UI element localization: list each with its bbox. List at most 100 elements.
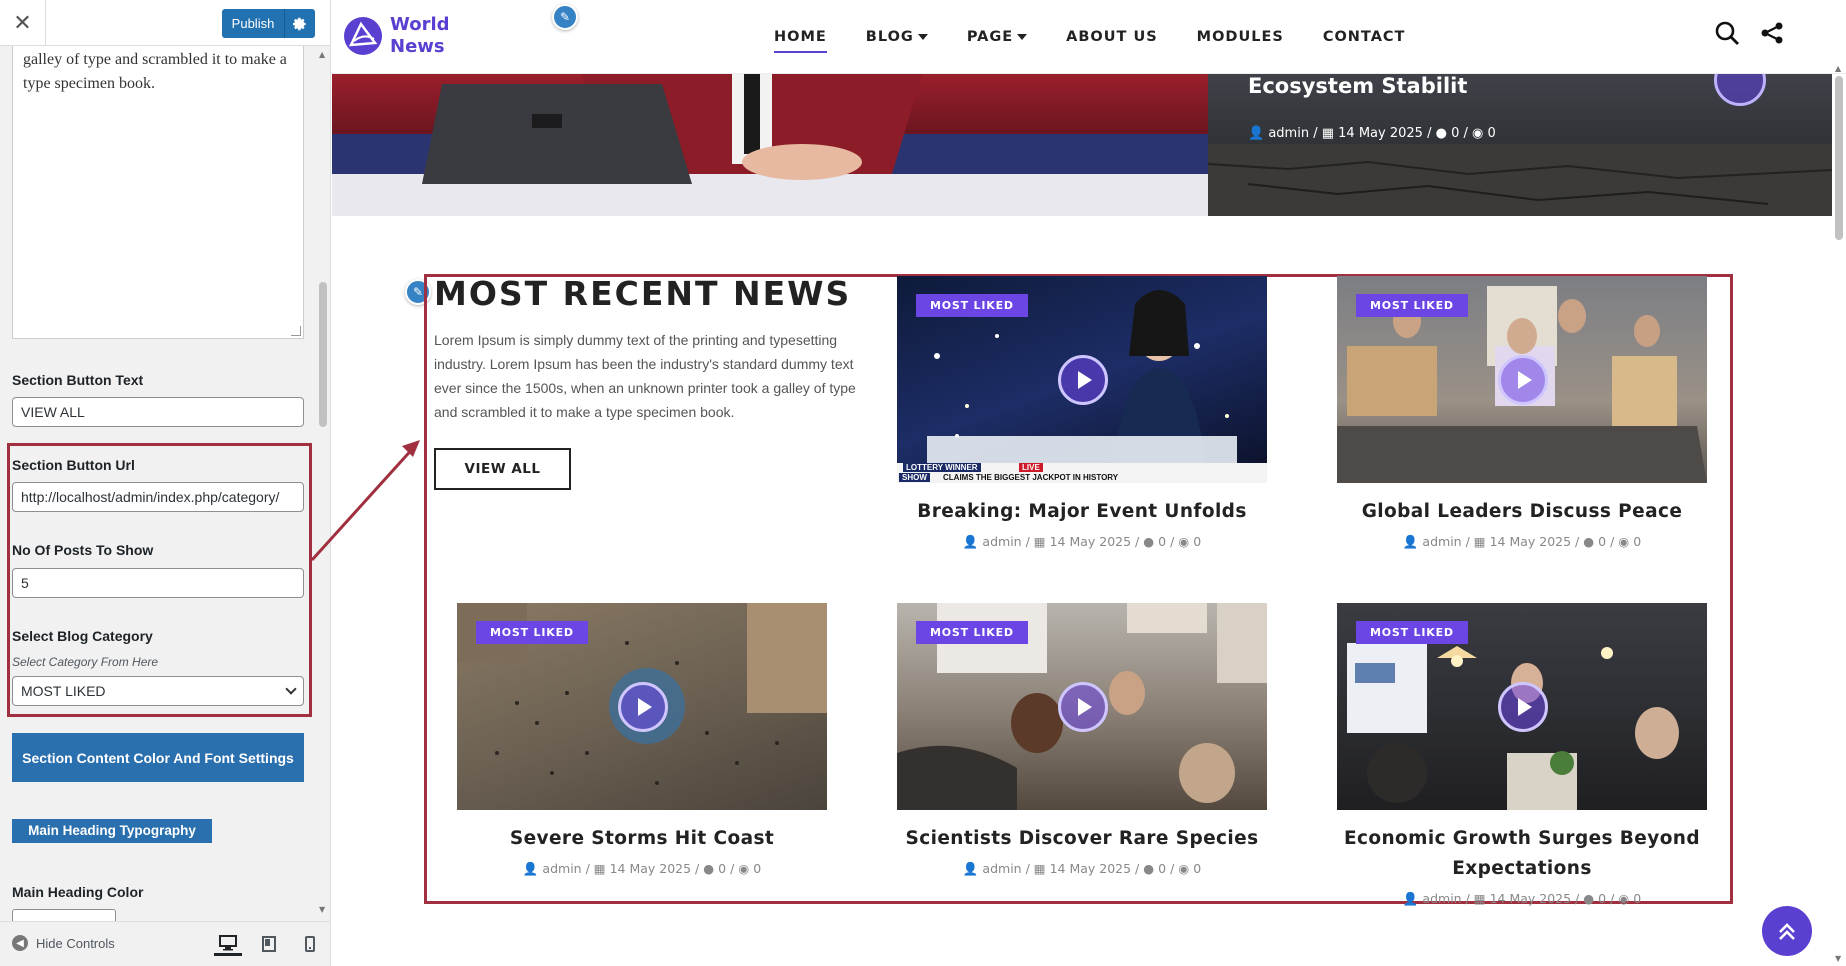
search-icon[interactable] xyxy=(1714,20,1740,46)
user-icon: 👤 xyxy=(522,861,539,876)
play-video-icon[interactable] xyxy=(1498,682,1548,732)
post-meta: 👤 admin / ▦ 14 May 2025 / ● 0 / ◉ 0 xyxy=(1402,534,1642,549)
tablet-preview-icon[interactable] xyxy=(255,932,283,956)
header-icons xyxy=(1714,20,1784,46)
content-color-font-settings-button[interactable]: Section Content Color And Font Settings xyxy=(12,733,304,782)
page-scrollbar-thumb[interactable] xyxy=(1835,76,1843,240)
post-author[interactable]: admin xyxy=(982,534,1021,549)
section-button-text-label: Section Button Text xyxy=(12,372,144,388)
page-scroll-up-icon[interactable]: ▲ xyxy=(1835,64,1841,73)
menu-item-blog[interactable]: BLOG xyxy=(866,29,928,45)
eye-icon: ◉ xyxy=(1618,534,1630,549)
menu-item-about-us[interactable]: ABOUT US xyxy=(1066,29,1158,45)
hero-right-meta: 👤 admin / ▦ 14 May 2025 / ● 0 / ◉ 0 xyxy=(1248,126,1496,141)
section-description: Lorem Ipsum is simply dummy text of the … xyxy=(434,332,856,420)
textarea-content: galley of type and scrambled it to make … xyxy=(23,51,287,92)
post-image[interactable]: MOST LIKED LOTTERY WINNER LIVE SHOW CLAI… xyxy=(897,276,1267,483)
play-video-icon[interactable] xyxy=(618,682,668,732)
calendar-icon: ▦ xyxy=(1033,534,1046,549)
menu-item-home[interactable]: HOME xyxy=(774,29,827,53)
user-icon: 👤 xyxy=(1402,534,1419,549)
logo-line-1: World xyxy=(390,14,450,35)
menu-item-contact[interactable]: CONTACT xyxy=(1323,29,1406,45)
page-scroll-down-icon[interactable]: ▼ xyxy=(1835,954,1841,963)
hero-card-right[interactable]: Ecosystem Stabilit 👤 admin / ▦ 14 May 20… xyxy=(1208,74,1832,216)
publish-button[interactable]: Publish xyxy=(222,9,284,38)
post-title[interactable]: Scientists Discover Rare Species xyxy=(882,824,1282,854)
main-menu: HOME BLOG PAGE ABOUT US MODULES CONTACT xyxy=(774,0,1444,74)
post-author[interactable]: admin xyxy=(1422,891,1461,906)
caret-down-icon xyxy=(1017,34,1028,40)
chevron-down-icon xyxy=(285,683,297,695)
publish-settings-gear-icon[interactable] xyxy=(284,9,315,38)
post-badge[interactable]: MOST LIKED xyxy=(916,621,1028,644)
news-anchor-image xyxy=(332,74,1208,216)
comment-icon: ● xyxy=(1143,534,1155,549)
menu-item-modules[interactable]: MODULES xyxy=(1197,29,1284,45)
post-image[interactable]: MOST LIKED xyxy=(457,603,827,810)
post-title[interactable]: Severe Storms Hit Coast xyxy=(442,824,842,854)
logo-globe-icon xyxy=(344,17,382,55)
section-description-textarea[interactable]: galley of type and scrambled it to make … xyxy=(12,46,304,339)
play-video-icon[interactable] xyxy=(1058,682,1108,732)
post-title[interactable]: Economic Growth Surges Beyond Expectatio… xyxy=(1322,824,1722,884)
logo-line-2: News xyxy=(390,36,445,57)
post-image[interactable]: MOST LIKED xyxy=(1337,276,1707,483)
collapse-arrow-icon: ◀ xyxy=(12,935,28,951)
share-icon[interactable] xyxy=(1760,21,1784,45)
sidebar-scroll-up-icon[interactable]: ▲ xyxy=(319,50,325,59)
post-image[interactable]: MOST LIKED xyxy=(1337,603,1707,810)
news-ticker-graphic: LOTTERY WINNER LIVE SHOW CLAIMS THE BIGG… xyxy=(897,463,1267,483)
edit-logo-pencil-icon[interactable]: ✎ xyxy=(552,4,578,30)
posts-to-show-input[interactable]: 5 xyxy=(12,568,304,598)
section-button-text-input[interactable]: VIEW ALL xyxy=(12,397,304,427)
post-title[interactable]: Global Leaders Discuss Peace xyxy=(1322,497,1722,527)
sidebar-scroll-down-icon[interactable]: ▼ xyxy=(319,905,325,914)
hero-author: admin xyxy=(1268,126,1310,141)
eye-icon: ◉ xyxy=(1178,861,1190,876)
caret-down-icon xyxy=(917,34,928,40)
ticker-live-text: LIVE xyxy=(1019,463,1043,472)
desktop-preview-icon[interactable] xyxy=(214,932,242,956)
post-title[interactable]: Breaking: Major Event Unfolds xyxy=(882,497,1282,527)
post-author[interactable]: admin xyxy=(542,861,581,876)
site-preview: World News ✎ HOME BLOG PAGE ABOUT US MOD… xyxy=(332,0,1846,966)
post-badge[interactable]: MOST LIKED xyxy=(916,294,1028,317)
blog-category-select[interactable]: MOST LIKED xyxy=(12,676,304,706)
post-meta: 👤 admin / ▦ 14 May 2025 / ● 0 / ◉ 0 xyxy=(522,861,762,876)
hide-controls-button[interactable]: ◀ Hide Controls xyxy=(12,935,115,951)
publish-control: Publish xyxy=(222,9,315,38)
post-badge[interactable]: MOST LIKED xyxy=(1356,621,1468,644)
post-badge[interactable]: MOST LIKED xyxy=(476,621,588,644)
hero-right-title[interactable]: Ecosystem Stabilit xyxy=(1248,74,1467,98)
user-icon: 👤 xyxy=(1402,891,1419,906)
mobile-preview-icon[interactable] xyxy=(296,932,324,956)
comment-icon: ● xyxy=(1583,534,1595,549)
post-image[interactable]: MOST LIKED xyxy=(897,603,1267,810)
textarea-resize-handle[interactable] xyxy=(291,326,301,336)
comment-icon: ● xyxy=(1583,891,1595,906)
post-date: 14 May 2025 xyxy=(1489,891,1572,906)
calendar-icon: ▦ xyxy=(593,861,606,876)
ticker-top-text: LOTTERY WINNER xyxy=(903,463,981,472)
post-author[interactable]: admin xyxy=(982,861,1021,876)
site-logo[interactable]: World News xyxy=(342,14,450,58)
close-icon[interactable]: ✕ xyxy=(0,0,46,46)
eye-icon: ◉ xyxy=(1178,534,1190,549)
ticker-show-text: SHOW xyxy=(899,473,930,482)
main-heading-typography-button[interactable]: Main Heading Typography xyxy=(12,819,212,843)
menu-item-page[interactable]: PAGE xyxy=(967,29,1028,45)
section-button-url-input[interactable]: http://localhost/admin/index.php/categor… xyxy=(12,482,304,512)
view-all-button[interactable]: VIEW ALL xyxy=(434,448,571,490)
post-meta: 👤 admin / ▦ 14 May 2025 / ● 0 / ◉ 0 xyxy=(962,534,1202,549)
sidebar-scrollbar-thumb[interactable] xyxy=(319,282,327,427)
play-video-icon[interactable] xyxy=(1498,355,1548,405)
post-comments: 0 xyxy=(1598,534,1607,549)
post-author[interactable]: admin xyxy=(1422,534,1461,549)
play-video-icon[interactable] xyxy=(1058,355,1108,405)
post-badge[interactable]: MOST LIKED xyxy=(1356,294,1468,317)
calendar-icon: ▦ xyxy=(1473,534,1486,549)
customizer-header: ✕ Publish xyxy=(0,0,330,46)
scroll-to-top-button[interactable] xyxy=(1762,906,1812,956)
hero-image-left[interactable] xyxy=(332,74,1208,216)
